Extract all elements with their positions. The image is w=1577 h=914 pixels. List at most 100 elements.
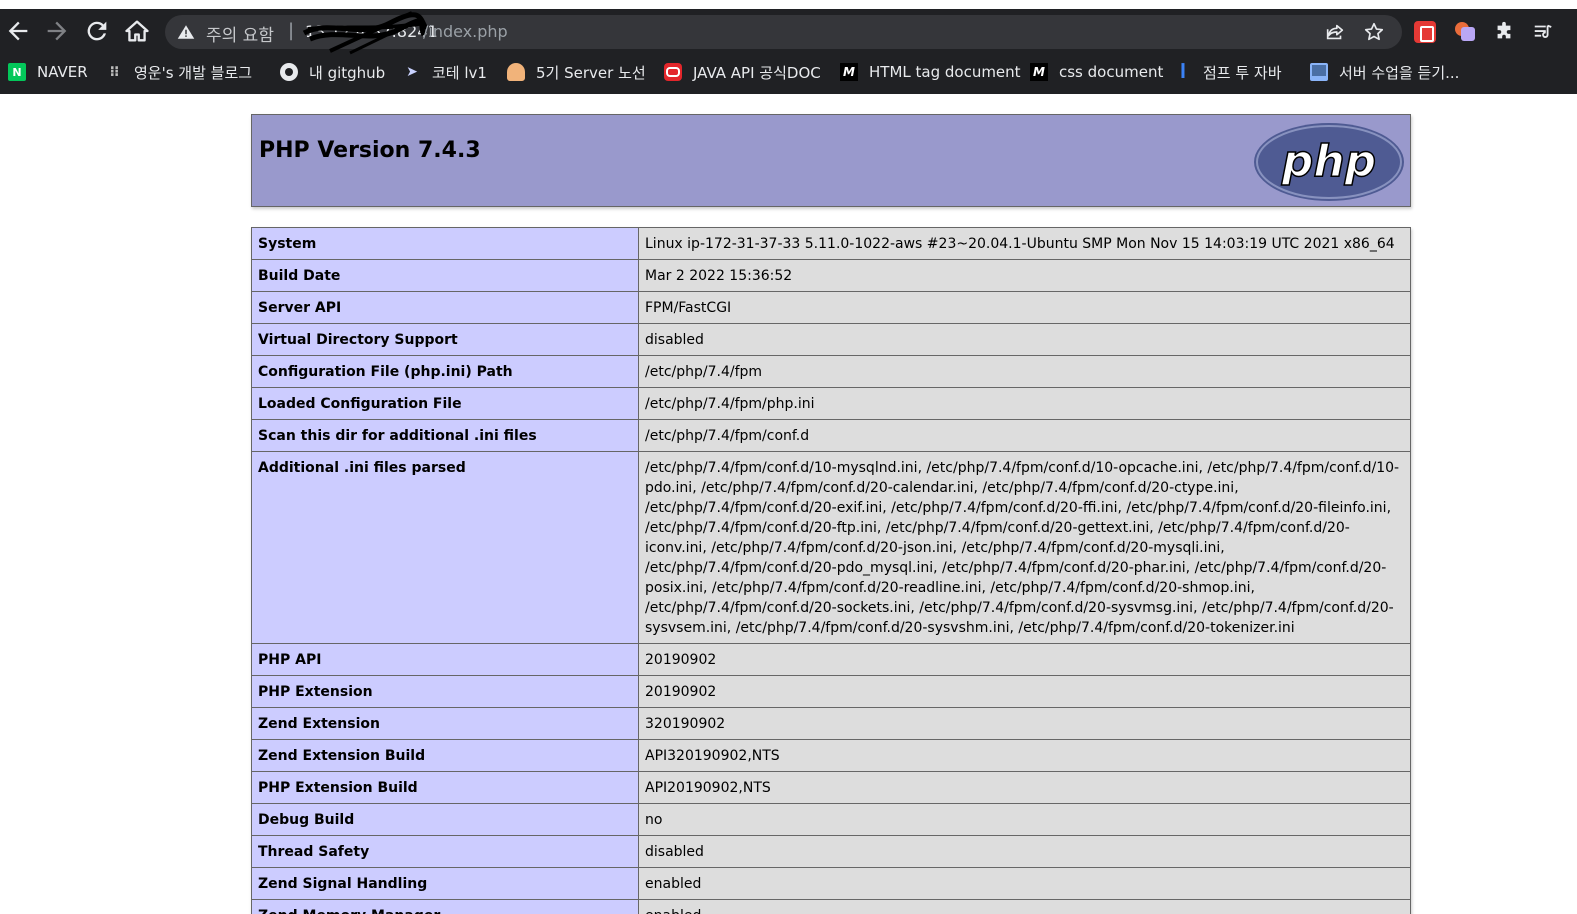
bookmark-server-roadmap[interactable]: 5기 Server 노선: [507, 61, 646, 83]
setting-name: System: [251, 227, 639, 260]
url-path[interactable]: /index.php: [423, 22, 508, 41]
setting-value: FPM/FastCGI: [638, 291, 1411, 324]
bookmark-naver[interactable]: N NAVER: [8, 61, 88, 83]
oracle-icon: [664, 63, 682, 81]
php-info-table: System Linux ip-172-31-37-33 5.11.0-1022-…: [251, 227, 1411, 914]
bookmark-label: NAVER: [37, 63, 88, 81]
naver-icon: N: [8, 63, 26, 81]
setting-name: PHP API: [251, 643, 639, 676]
pdf-extension-icon[interactable]: [1414, 21, 1436, 43]
setting-name: Virtual Directory Support: [251, 323, 639, 356]
setting-value: enabled: [638, 899, 1411, 914]
bookmark-github[interactable]: 내 gitghub: [280, 61, 385, 83]
setting-value: /etc/php/7.4/fpm/conf.d: [638, 419, 1411, 452]
setting-name: Zend Signal Handling: [251, 867, 639, 900]
setting-value: 20190902: [638, 643, 1411, 676]
bookmark-java-api[interactable]: JAVA API 공식DOC: [664, 61, 821, 83]
bookmark-coding-test[interactable]: ➤ 코테 lv1: [403, 61, 487, 83]
setting-value: disabled: [638, 835, 1411, 868]
bookmark-label: 점프 투 자바: [1203, 63, 1282, 82]
address-separator: |: [288, 20, 295, 41]
bookmark-jump-to-java[interactable]: ꟾ 점프 투 자바: [1174, 61, 1282, 83]
media-control-icon[interactable]: [1532, 21, 1554, 43]
setting-value: Linux ip-172-31-37-33 5.11.0-1022-aws #2…: [638, 227, 1411, 260]
table-row: Server API FPM/FastCGI: [251, 291, 1411, 324]
forward-icon[interactable]: [43, 17, 71, 45]
setting-value: API320190902,NTS: [638, 739, 1411, 772]
browser-toolbar: 주의 요함 | 13.12.4.37:8241 /index.php: [0, 9, 1577, 55]
table-row: PHP Extension 20190902: [251, 675, 1411, 708]
setting-value: Mar 2 2022 15:36:52: [638, 259, 1411, 292]
setting-value: disabled: [638, 323, 1411, 356]
home-icon[interactable]: [123, 17, 151, 45]
table-row: PHP Extension Build API20190902,NTS: [251, 771, 1411, 804]
blog-icon: ⁝⁝: [109, 64, 120, 80]
php-info-table-body: System Linux ip-172-31-37-33 5.11.0-1022-…: [251, 227, 1411, 914]
setting-name: Additional .ini files parsed: [251, 451, 639, 644]
bookmark-label: 내 gitghub: [309, 63, 386, 82]
warning-icon[interactable]: [177, 23, 195, 41]
setting-name: Loaded Configuration File: [251, 387, 639, 420]
table-row: Scan this dir for additional .ini files /…: [251, 419, 1411, 452]
php-logo-text: php: [1281, 136, 1376, 187]
address-bar[interactable]: 주의 요함 | 13.12.4.37:8241 /index.php: [165, 11, 1402, 55]
table-row: Zend Memory Managerenabled: [251, 899, 1411, 914]
monitor-icon: [1310, 63, 1328, 81]
bird-icon: ➤: [406, 64, 418, 80]
window-top-edge: [0, 0, 1577, 9]
bookmark-server-class[interactable]: 서버 수업을 듣기...: [1310, 61, 1459, 83]
table-row: Thread Safety disabled: [251, 835, 1411, 868]
bookmark-label: css document: [1059, 63, 1164, 81]
setting-value: /etc/php/7.4/fpm: [638, 355, 1411, 388]
color-extension-icon[interactable]: [1455, 21, 1477, 43]
bookmark-css-doc[interactable]: M css document: [1030, 61, 1163, 83]
table-row: Virtual Directory Support disabled: [251, 323, 1411, 356]
setting-name: Zend Extension: [251, 707, 639, 740]
redaction-scribble: [302, 11, 429, 55]
setting-value: /etc/php/7.4/fpm/conf.d/10-mysqlnd.ini, …: [638, 451, 1411, 644]
table-row: Zend Extension Build API320190902,NTS: [251, 739, 1411, 772]
setting-name: Server API: [251, 291, 639, 324]
bookmark-label: 서버 수업을 듣기...: [1339, 63, 1460, 82]
bookmark-label: 영운's 개발 블로그: [134, 63, 253, 82]
bookmark-html-doc[interactable]: M HTML tag document: [840, 61, 1021, 83]
back-icon[interactable]: [4, 17, 32, 45]
table-row: Loaded Configuration File/etc/php/7.4/fp…: [251, 387, 1411, 420]
browser-chrome: 주의 요함 | 13.12.4.37:8241 /index.php N NAV…: [0, 0, 1577, 94]
setting-name: Build Date: [251, 259, 639, 292]
php-logo[interactable]: php: [1253, 122, 1405, 202]
bookmark-label: JAVA API 공식DOC: [693, 63, 821, 82]
security-status[interactable]: 주의 요함: [206, 21, 274, 46]
table-row: Zend Signal Handling enabled: [251, 867, 1411, 900]
table-row: System Linux ip-172-31-37-33 5.11.0-1022-…: [251, 227, 1411, 260]
bookmark-blog[interactable]: ⁝⁝ 영운's 개발 블로그: [105, 61, 252, 83]
setting-value: no: [638, 803, 1411, 836]
table-row: Debug Build no: [251, 803, 1411, 836]
page-title: PHP Version 7.4.3: [259, 138, 481, 163]
php-version-header: PHP Version 7.4.3 php: [251, 114, 1411, 207]
setting-value: 320190902: [638, 707, 1411, 740]
setting-value: enabled: [638, 867, 1411, 900]
setting-value: API20190902,NTS: [638, 771, 1411, 804]
bookmark-star-icon[interactable]: [1363, 21, 1385, 43]
setting-name: Zend Memory Manager: [251, 899, 639, 914]
share-icon[interactable]: [1324, 21, 1346, 43]
reload-icon[interactable]: [83, 17, 111, 45]
table-row: Additional .ini files parsed/etc/php/7.4…: [251, 451, 1411, 644]
setting-name: Thread Safety: [251, 835, 639, 868]
setting-value: /etc/php/7.4/fpm/php.ini: [638, 387, 1411, 420]
setting-name: PHP Extension: [251, 675, 639, 708]
setting-name: PHP Extension Build: [251, 771, 639, 804]
setting-name: Zend Extension Build: [251, 739, 639, 772]
setting-value: 20190902: [638, 675, 1411, 708]
mdn-icon: M: [1030, 63, 1048, 81]
bookmark-label: 코테 lv1: [432, 63, 487, 82]
table-row: Configuration File (php.ini) Path/etc/ph…: [251, 355, 1411, 388]
setting-name: Scan this dir for additional .ini files: [251, 419, 639, 452]
bookmark-label: 5기 Server 노선: [536, 63, 646, 82]
setting-name: Debug Build: [251, 803, 639, 836]
bookmarks-bar: N NAVER ⁝⁝ 영운's 개발 블로그 내 gitghub ➤ 코테 lv…: [0, 54, 1577, 90]
extensions-puzzle-icon[interactable]: [1493, 21, 1515, 43]
table-row: Zend Extension 320190902: [251, 707, 1411, 740]
jump-icon: ꟾ: [1180, 62, 1186, 82]
